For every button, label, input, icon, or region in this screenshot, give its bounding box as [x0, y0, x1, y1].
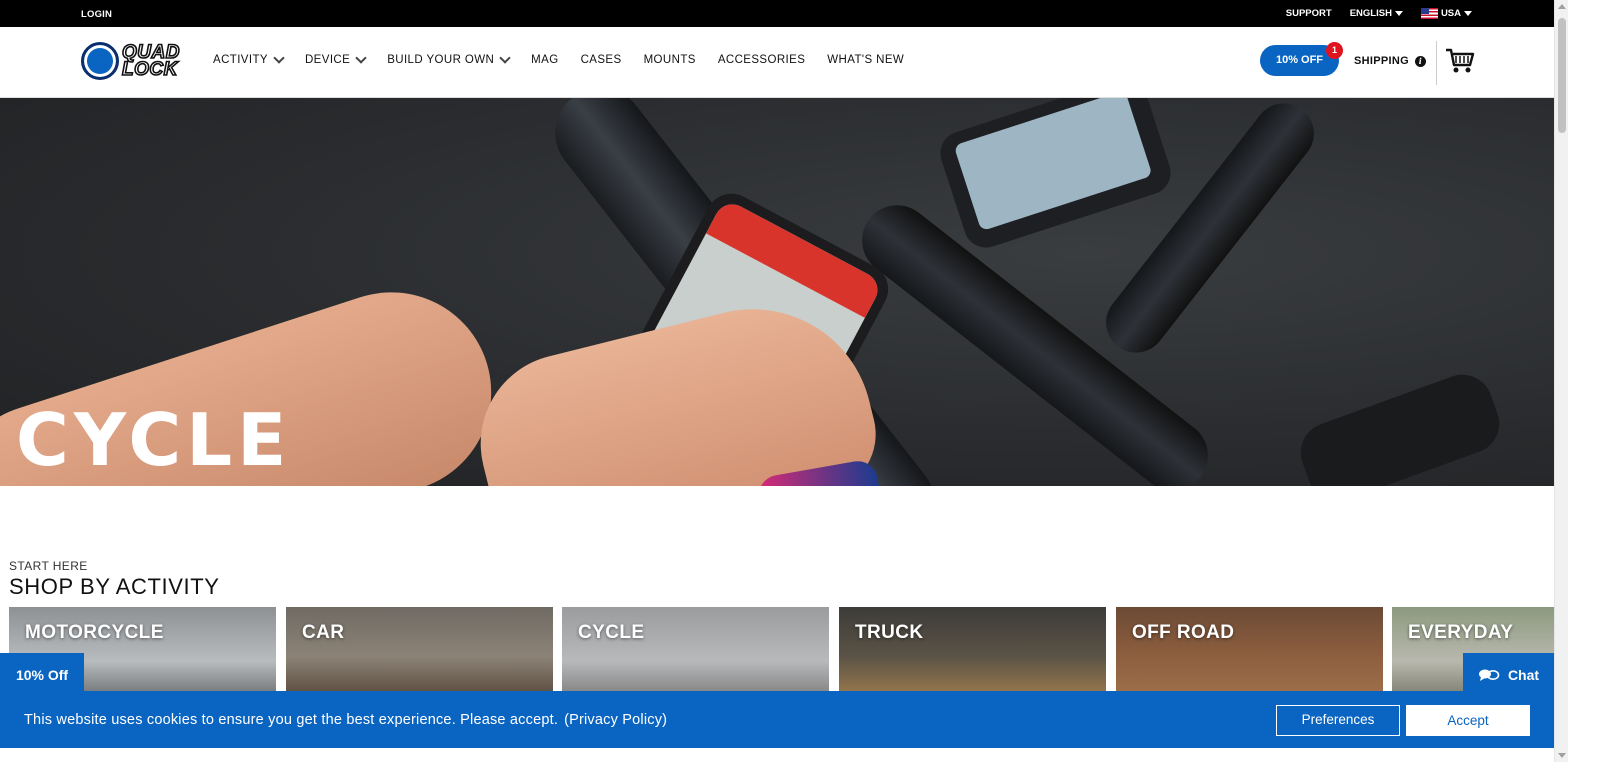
logo-mark [81, 42, 119, 80]
chevron-down-icon [355, 51, 367, 64]
hero-banner[interactable]: CYCLE [0, 98, 1554, 486]
utility-links: SUPPORT ENGLISH USA [1286, 8, 1472, 19]
language-label: ENGLISH [1349, 8, 1392, 19]
right-gutter [1568, 0, 1598, 762]
main-header: QUAD LOCK ACTIVITY DEVICE BUILD YOUR OWN… [0, 27, 1585, 98]
tile-label: MOTORCYCLE [25, 622, 164, 643]
page-scrollbar[interactable] [1554, 0, 1568, 762]
page-bottom-strip [0, 748, 1554, 762]
nav-device[interactable]: DEVICE [304, 51, 367, 66]
scroll-down-arrow-icon[interactable] [1558, 753, 1566, 758]
cart-button[interactable] [1445, 47, 1475, 75]
tile-label: OFF ROAD [1132, 622, 1235, 643]
nav-mounts[interactable]: MOUNTS [644, 54, 696, 66]
shipping-label: SHIPPING [1354, 55, 1409, 67]
privacy-policy-link[interactable]: (Privacy Policy) [564, 712, 667, 728]
activity-tile-truck[interactable]: TRUCK [839, 607, 1106, 697]
language-selector[interactable]: ENGLISH [1350, 8, 1403, 19]
nav-mag[interactable]: MAG [531, 54, 558, 66]
accept-button[interactable]: Accept [1406, 705, 1530, 736]
activity-tiles: MOTORCYCLE CAR CYCLE TRUCK OFF ROAD EVER… [9, 607, 1554, 697]
discount-button[interactable]: 10% OFF 1 [1260, 42, 1343, 76]
section-kicker: START HERE [9, 559, 88, 573]
scroll-up-arrow-icon[interactable] [1558, 4, 1566, 9]
login-link[interactable]: LOGIN [81, 9, 112, 20]
nav-label: DEVICE [304, 54, 351, 66]
cart-icon [1446, 48, 1475, 73]
preferences-button[interactable]: Preferences [1276, 705, 1400, 736]
hero-title: CYCLE [16, 398, 292, 482]
nav-label: WHAT'S NEW [827, 54, 905, 66]
section-title: SHOP BY ACTIVITY [9, 574, 220, 599]
region-selector[interactable]: USA [1420, 8, 1472, 20]
activity-tile-car[interactable]: CAR [286, 607, 553, 697]
nav-label: MOUNTS [643, 54, 696, 66]
us-flag-icon [1420, 8, 1438, 19]
scrollbar-thumb[interactable] [1558, 18, 1566, 133]
logo-wordmark: QUAD LOCK [121, 42, 180, 80]
nav-label: ACTIVITY [213, 54, 268, 66]
tile-label: EVERYDAY [1408, 622, 1514, 643]
tile-label: CAR [302, 622, 345, 643]
nav-label: MAG [531, 54, 559, 66]
nav-label: CASES [580, 54, 622, 66]
nav-build-your-own[interactable]: BUILD YOUR OWN [387, 51, 511, 66]
quad-lock-logo[interactable]: QUAD LOCK [81, 42, 180, 80]
info-icon: i [1414, 55, 1426, 67]
tile-label: TRUCK [855, 622, 924, 643]
support-link[interactable]: SUPPORT [1286, 8, 1332, 19]
shipping-link[interactable]: SHIPPING i [1354, 55, 1426, 67]
caret-down-icon [1394, 10, 1403, 16]
notification-badge: 1 [1326, 42, 1343, 59]
nav-activity[interactable]: ACTIVITY [213, 51, 285, 66]
chevron-down-icon [499, 51, 511, 64]
cookie-banner: This website uses cookies to ensure you … [0, 691, 1554, 748]
nav-cases[interactable]: CASES [581, 54, 622, 66]
utility-bar: LOGIN SUPPORT ENGLISH USA [0, 0, 1598, 27]
nav-accessories[interactable]: ACCESSORIES [718, 54, 805, 66]
nav-whats-new[interactable]: WHAT'S NEW [827, 54, 904, 66]
chevron-down-icon [273, 51, 285, 64]
chat-bubbles-icon [1478, 669, 1500, 681]
activity-tile-cycle[interactable]: CYCLE [562, 607, 829, 697]
header-divider [1436, 41, 1437, 85]
nav-label: ACCESSORIES [717, 54, 806, 66]
activity-tile-off-road[interactable]: OFF ROAD [1116, 607, 1383, 697]
cookie-text: This website uses cookies to ensure you … [24, 712, 559, 728]
cookie-message: This website uses cookies to ensure you … [24, 712, 667, 728]
logo-word-bottom: LOCK [121, 59, 178, 80]
region-label: USA [1440, 8, 1461, 20]
nav-label: BUILD YOUR OWN [387, 54, 495, 66]
chat-label: Chat [1507, 667, 1540, 683]
discount-label: 10% OFF [1275, 54, 1324, 66]
caret-down-icon [1464, 11, 1472, 16]
primary-nav: ACTIVITY DEVICE BUILD YOUR OWN MAG CASES… [213, 51, 926, 66]
tile-label: CYCLE [578, 622, 645, 643]
